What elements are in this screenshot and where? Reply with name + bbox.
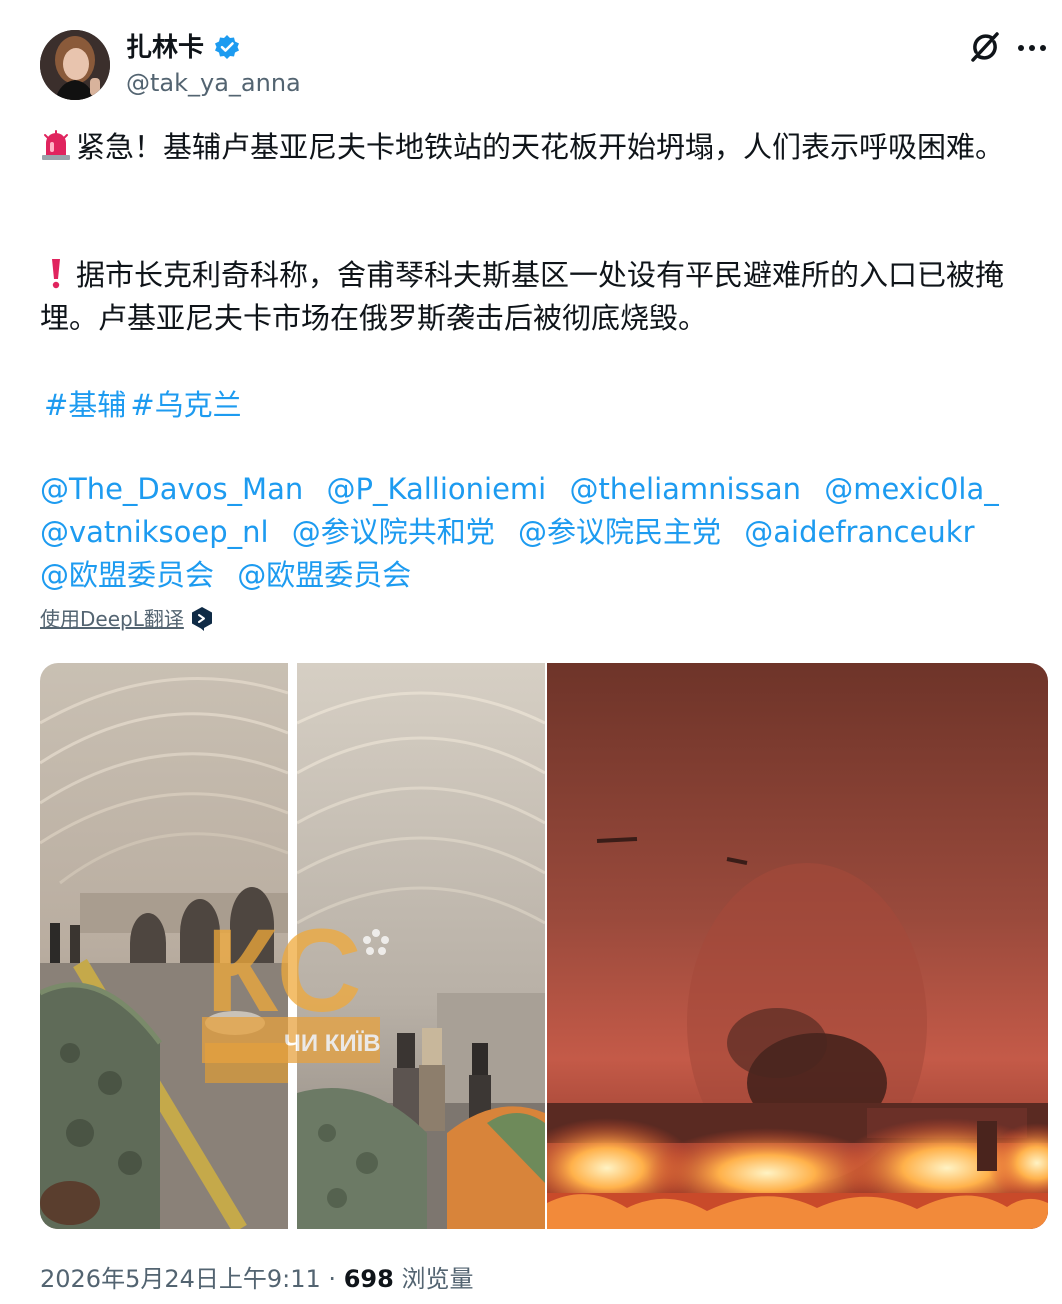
watermark-subtitle: ЧИ КИЇВ	[284, 1030, 381, 1057]
verified-badge-icon	[214, 34, 240, 60]
hashtag-link[interactable]: #基辅	[44, 388, 126, 422]
author-handle[interactable]: @tak_ya_anna	[126, 68, 301, 98]
media-grid[interactable]: КС ЧИ КИЇВ	[40, 663, 1048, 1229]
translate-link[interactable]: 使用DeepL翻译	[40, 605, 184, 633]
views-label: 浏览量	[401, 1265, 474, 1293]
post-paragraph-1-text: 紧急！基辅卢基亚尼夫卡地铁站的天花板开始坍塌，人们表示呼吸困难。	[76, 130, 1005, 164]
author-avatar[interactable]	[40, 30, 110, 100]
mention-link[interactable]: @欧盟委员会	[40, 558, 214, 592]
mention-link[interactable]: @P_Kallioniemi	[326, 472, 546, 506]
red-exclamation-icon	[44, 257, 68, 289]
more-options-icon[interactable]	[1016, 38, 1048, 58]
mention-link[interactable]: @theliamnissan	[569, 472, 801, 506]
grok-icon[interactable]	[968, 30, 1002, 64]
deepl-icon[interactable]	[190, 606, 214, 632]
mention-link[interactable]: @mexic0la_	[824, 472, 999, 506]
media-photo-market-fire[interactable]	[547, 663, 1048, 1229]
siren-emoji-icon	[40, 129, 72, 161]
view-count: 698	[343, 1265, 394, 1293]
post-paragraph-2-text: 据市长克利奇科称，舍甫琴科夫斯基区一处设有平民避难所的入口已被掩埋。卢基亚尼夫卡…	[40, 258, 1005, 335]
post-paragraph-2: 据市长克利奇科称，舍甫琴科夫斯基区一处设有平民避难所的入口已被掩埋。卢基亚尼夫卡…	[40, 254, 1030, 340]
mention-list: @The_Davos_Man @P_Kallioniemi @theliamni…	[40, 468, 1030, 597]
author-display-name[interactable]: 扎林卡	[126, 32, 204, 64]
mention-link[interactable]: @The_Davos_Man	[40, 472, 303, 506]
hashtag-row: #基辅 #乌克兰	[44, 384, 246, 427]
post-paragraph-1: 紧急！基辅卢基亚尼夫卡地铁站的天花板开始坍塌，人们表示呼吸困难。	[40, 126, 1030, 169]
meta-separator: ·	[328, 1265, 337, 1293]
post-timestamp[interactable]: 2026年5月24日上午9:11	[40, 1265, 321, 1293]
mention-link[interactable]: @aidefranceukr	[744, 515, 974, 549]
mention-link[interactable]: @参议院共和党	[292, 515, 495, 549]
post-meta: 2026年5月24日上午9:11 · 698 浏览量	[40, 1262, 473, 1296]
mention-link[interactable]: @欧盟委员会	[237, 558, 411, 592]
mention-link[interactable]: @vatniksoep_nl	[40, 515, 269, 549]
hashtag-link[interactable]: #乌克兰	[130, 388, 241, 422]
media-watermark: КС ЧИ КИЇВ	[202, 905, 389, 1063]
mention-link[interactable]: @参议院民主党	[518, 515, 721, 549]
